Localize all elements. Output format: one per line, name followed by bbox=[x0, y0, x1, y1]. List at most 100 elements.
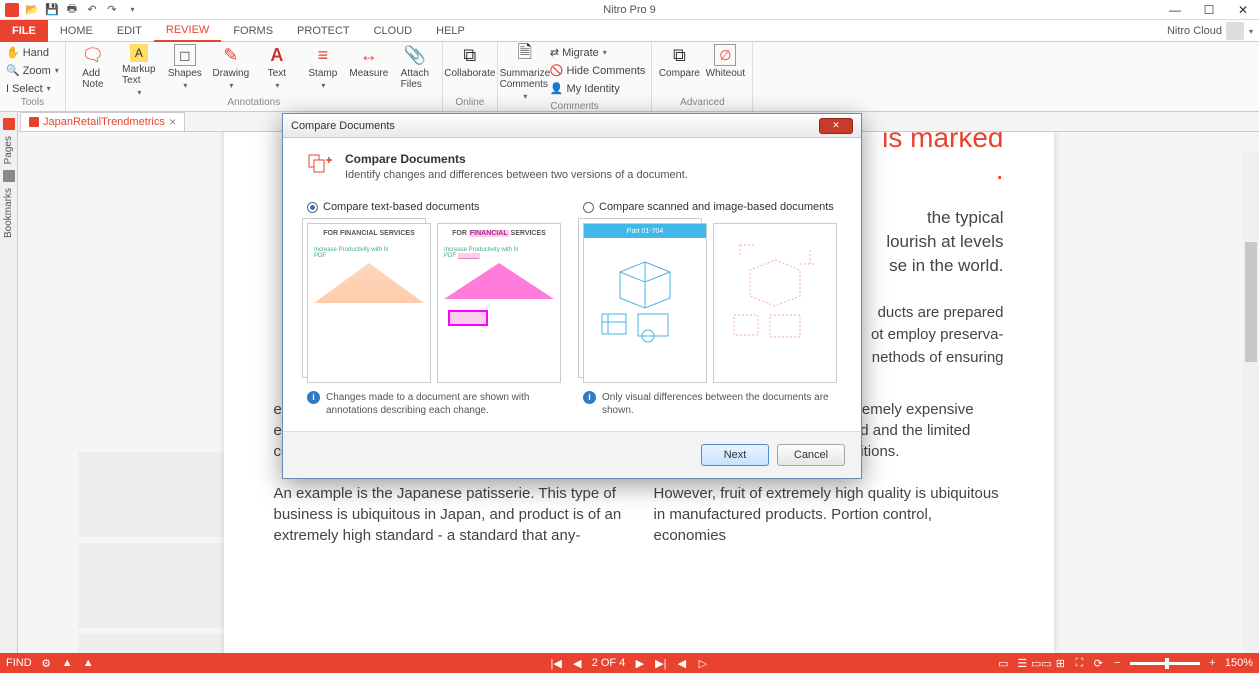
app-logo-icon bbox=[4, 2, 20, 18]
page-indicator: 2 OF 4 bbox=[592, 657, 626, 669]
compare-icon bbox=[307, 152, 335, 180]
view-fullscreen-icon[interactable]: ⛶ bbox=[1073, 657, 1086, 670]
next-view-icon[interactable]: ▷ bbox=[696, 657, 709, 670]
thumb-placeholder bbox=[78, 543, 248, 628]
pages-panel-icon[interactable] bbox=[3, 118, 15, 130]
tab-help[interactable]: HELP bbox=[424, 20, 477, 42]
qat-more-icon[interactable] bbox=[124, 2, 140, 18]
tab-cloud[interactable]: CLOUD bbox=[362, 20, 425, 42]
bookmarks-panel-icon[interactable] bbox=[3, 170, 15, 182]
dialog-heading: Compare Documents bbox=[345, 152, 688, 166]
view-facing-icon[interactable]: ▭▭ bbox=[1035, 657, 1048, 670]
side-tab-pages[interactable]: Pages bbox=[3, 136, 14, 164]
tab-file[interactable]: FILE bbox=[0, 20, 48, 42]
maximize-button[interactable]: ☐ bbox=[1197, 3, 1221, 17]
stamp-button[interactable]: ≡Stamp bbox=[302, 44, 344, 90]
title-bar: 📂 💾 🖶 ↶ ↷ Nitro Pro 9 — ☐ ✕ bbox=[0, 0, 1259, 20]
prev-view-icon[interactable]: ◀ bbox=[675, 657, 688, 670]
dialog-close-button[interactable]: ✕ bbox=[819, 118, 853, 134]
tab-edit[interactable]: EDIT bbox=[105, 20, 154, 42]
open-icon[interactable]: 📂 bbox=[24, 2, 40, 18]
next-page-icon[interactable]: ▶ bbox=[633, 657, 646, 670]
add-note-button[interactable]: 🗨Add Note bbox=[72, 44, 114, 90]
col1-p2: An example is the Japanese patisserie. T… bbox=[274, 483, 624, 546]
nitro-cloud-link[interactable]: Nitro Cloud bbox=[1167, 25, 1222, 37]
measure-button[interactable]: ↔Measure bbox=[348, 44, 390, 79]
hide-comments-button[interactable]: 🚫Hide Comments bbox=[550, 62, 646, 79]
markup-text-button[interactable]: AMarkup Text bbox=[118, 44, 160, 97]
quick-access-toolbar: 📂 💾 🖶 ↶ ↷ bbox=[4, 2, 140, 18]
nav-up-icon[interactable]: ▲ bbox=[61, 657, 74, 670]
preview-scan-left: Part 01-704 bbox=[583, 223, 707, 383]
tab-home[interactable]: HOME bbox=[48, 20, 105, 42]
col2-p2: However, fruit of extremely high quality… bbox=[654, 483, 1004, 546]
side-tab-bookmarks[interactable]: Bookmarks bbox=[3, 188, 14, 238]
prev-page-icon[interactable]: ◀ bbox=[571, 657, 584, 670]
zoom-tool[interactable]: 🔍Zoom bbox=[6, 62, 59, 79]
side-panel-tabs: Pages Bookmarks bbox=[0, 112, 18, 653]
text-button[interactable]: AText bbox=[256, 44, 298, 90]
close-window-button[interactable]: ✕ bbox=[1231, 3, 1255, 17]
zoom-slider[interactable] bbox=[1130, 662, 1200, 665]
thumb-pricetag: ¥£$ bbox=[78, 634, 248, 653]
rotate-icon[interactable]: ⟳ bbox=[1092, 657, 1105, 670]
find-label[interactable]: FIND bbox=[6, 657, 32, 669]
minimize-button[interactable]: — bbox=[1163, 3, 1187, 17]
view-continuous-icon[interactable]: ☰ bbox=[1016, 657, 1029, 670]
radio-icon bbox=[307, 202, 318, 213]
my-identity-button[interactable]: 👤My Identity bbox=[550, 80, 646, 97]
save-icon[interactable]: 💾 bbox=[44, 2, 60, 18]
compare-button[interactable]: ⧉Compare bbox=[658, 44, 700, 79]
cancel-button[interactable]: Cancel bbox=[777, 444, 845, 466]
first-page-icon[interactable]: |◀ bbox=[550, 657, 563, 670]
nav-down-icon[interactable]: ▲ bbox=[82, 657, 95, 670]
group-advanced-label: Advanced bbox=[658, 97, 746, 109]
select-tool[interactable]: ISelect bbox=[6, 80, 59, 97]
radio-icon bbox=[583, 202, 594, 213]
undo-icon[interactable]: ↶ bbox=[84, 2, 100, 18]
drawing-button[interactable]: ✎Drawing bbox=[210, 44, 252, 90]
thumb-placeholder bbox=[78, 452, 248, 537]
zoom-in-icon[interactable]: + bbox=[1206, 657, 1219, 670]
last-page-icon[interactable]: ▶| bbox=[654, 657, 667, 670]
app-title: Nitro Pro 9 bbox=[603, 4, 656, 16]
tab-protect[interactable]: PROTECT bbox=[285, 20, 362, 42]
vertical-scrollbar[interactable] bbox=[1243, 152, 1259, 653]
zoom-level[interactable]: 150% bbox=[1225, 657, 1253, 669]
collaborate-button[interactable]: ⧉Collaborate bbox=[449, 44, 491, 79]
dialog-title-text: Compare Documents bbox=[291, 120, 395, 132]
page-sidebar-thumbs: ¥£$ bbox=[78, 452, 248, 653]
document-tab[interactable]: JapanRetailTrendmetrics ✕ bbox=[20, 112, 185, 131]
preview-scan-right bbox=[713, 223, 837, 383]
next-button[interactable]: Next bbox=[701, 444, 769, 466]
ribbon: ✋Hand 🔍Zoom ISelect Tools 🗨Add Note AMar… bbox=[0, 42, 1259, 112]
summarize-comments-button[interactable]: 🗎Summarize Comments bbox=[504, 44, 546, 101]
info-icon: i bbox=[583, 391, 596, 404]
whiteout-button[interactable]: ∅Whiteout bbox=[704, 44, 746, 79]
status-bar: FIND ⚙ ▲ ▲ |◀ ◀ 2 OF 4 ▶ ▶| ◀ ▷ ▭ ☰ ▭▭ ⊞… bbox=[0, 653, 1259, 673]
settings-icon[interactable]: ⚙ bbox=[40, 657, 53, 670]
document-tab-close[interactable]: ✕ bbox=[169, 117, 177, 128]
tab-review[interactable]: REVIEW bbox=[154, 20, 221, 42]
zoom-out-icon[interactable]: − bbox=[1111, 657, 1124, 670]
preview-original: FOR FINANCIAL SERVICES Increase Producti… bbox=[307, 223, 431, 383]
view-single-icon[interactable]: ▭ bbox=[997, 657, 1010, 670]
attach-files-button[interactable]: 📎Attach Files bbox=[394, 44, 436, 90]
tab-forms[interactable]: FORMS bbox=[221, 20, 285, 42]
print-icon[interactable]: 🖶 bbox=[64, 2, 80, 18]
shapes-button[interactable]: ◻Shapes bbox=[164, 44, 206, 90]
hand-tool[interactable]: ✋Hand bbox=[6, 44, 59, 61]
view-cont-facing-icon[interactable]: ⊞ bbox=[1054, 657, 1067, 670]
desc-scan: Only visual differences between the docu… bbox=[602, 391, 837, 417]
radio-scanned[interactable]: Compare scanned and image-based document… bbox=[583, 201, 837, 213]
dialog-titlebar[interactable]: Compare Documents ✕ bbox=[283, 114, 861, 138]
group-comments-label: Comments bbox=[504, 101, 646, 112]
compare-documents-dialog: Compare Documents ✕ Compare Documents Id… bbox=[282, 113, 862, 479]
radio-text-based[interactable]: Compare text-based documents bbox=[307, 201, 561, 213]
user-menu-dropdown[interactable] bbox=[1248, 25, 1253, 37]
info-icon: i bbox=[307, 391, 320, 404]
redo-icon[interactable]: ↷ bbox=[104, 2, 120, 18]
menu-bar: FILE HOME EDIT REVIEW FORMS PROTECT CLOU… bbox=[0, 20, 1259, 42]
migrate-button[interactable]: ⇄Migrate bbox=[550, 44, 646, 61]
user-avatar-icon[interactable] bbox=[1226, 22, 1244, 40]
